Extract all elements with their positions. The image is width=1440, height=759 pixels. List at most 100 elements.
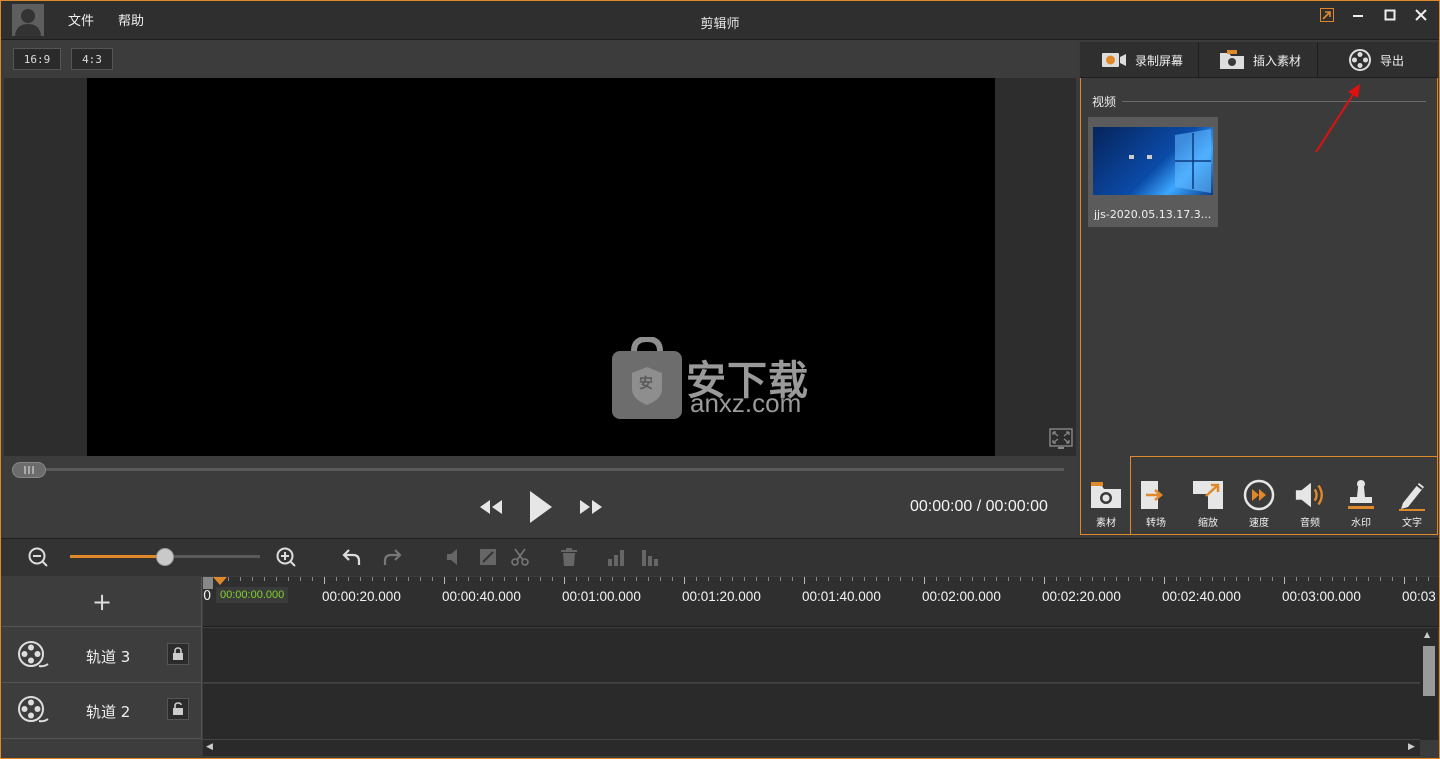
redo-icon bbox=[383, 549, 402, 565]
video-preview[interactable] bbox=[87, 78, 995, 456]
resize-corner-icon bbox=[1320, 8, 1334, 22]
minimize-button[interactable] bbox=[1347, 5, 1369, 25]
insert-media-tab[interactable]: 插入素材 bbox=[1199, 42, 1318, 78]
scroll-up-arrow-icon[interactable]: ▲ bbox=[1424, 630, 1430, 639]
undo-button[interactable] bbox=[340, 545, 364, 569]
ruler-tick bbox=[972, 577, 973, 581]
ruler-tick bbox=[1068, 577, 1069, 581]
track-lane-3[interactable] bbox=[203, 628, 1420, 683]
watermark-badge: 安 bbox=[639, 376, 653, 392]
tool-audio[interactable]: 音频 bbox=[1288, 480, 1332, 529]
ruler-tick bbox=[252, 577, 253, 581]
ruler-tick bbox=[1380, 577, 1381, 581]
maximize-icon bbox=[1384, 9, 1396, 21]
ruler-tick bbox=[312, 577, 313, 581]
tool-text[interactable]: 文字 bbox=[1390, 480, 1434, 529]
ruler-tick-label: 00:02:00.000 bbox=[922, 589, 1001, 604]
mute-button[interactable] bbox=[443, 545, 467, 569]
ruler-tick bbox=[888, 577, 889, 581]
mute-icon bbox=[447, 549, 457, 565]
tool-strip-border-left bbox=[1130, 456, 1131, 535]
ruler-tick bbox=[672, 577, 673, 581]
ruler-tick bbox=[1080, 577, 1081, 581]
scroll-right-arrow-icon[interactable]: ▶ bbox=[1408, 742, 1415, 752]
crop-button[interactable] bbox=[476, 545, 500, 569]
ratio-4-3-button[interactable]: 4:3 bbox=[71, 48, 113, 70]
ruler-tick-label: 00:02:40.000 bbox=[1162, 589, 1241, 604]
ruler-tick bbox=[828, 577, 829, 581]
ruler-tick bbox=[1032, 577, 1033, 581]
annotation-arrow-icon bbox=[1315, 84, 1360, 153]
ruler-tick bbox=[768, 577, 769, 581]
ruler-tick bbox=[288, 577, 289, 581]
maximize-button[interactable] bbox=[1379, 5, 1401, 25]
track-unlock-button[interactable] bbox=[167, 698, 189, 720]
add-track-button[interactable]: + bbox=[2, 577, 202, 627]
scissors-icon bbox=[511, 548, 529, 566]
tool-text-label: 文字 bbox=[1402, 518, 1422, 529]
ruler-tick bbox=[324, 577, 325, 584]
record-screen-tab[interactable]: 录制屏幕 bbox=[1081, 42, 1199, 78]
trash-icon bbox=[561, 548, 577, 566]
ruler-tick bbox=[900, 577, 901, 581]
split-button[interactable] bbox=[508, 545, 532, 569]
timeline-zoom-handle[interactable] bbox=[156, 548, 174, 566]
preview-progress-track[interactable] bbox=[12, 468, 1064, 471]
rewind-button[interactable] bbox=[474, 490, 508, 524]
ruler-tick bbox=[696, 577, 697, 581]
tool-zoom[interactable]: 缩放 bbox=[1186, 480, 1230, 529]
ruler-tick bbox=[1188, 577, 1189, 581]
audio-level-button[interactable] bbox=[604, 545, 628, 569]
media-library-panel bbox=[1080, 42, 1438, 535]
ruler-tick bbox=[504, 577, 505, 581]
tool-speed[interactable]: 速度 bbox=[1237, 479, 1281, 529]
zoom-in-button[interactable] bbox=[274, 545, 298, 569]
track-lock-button[interactable] bbox=[167, 643, 189, 665]
watermark-domain: anxz.com bbox=[690, 388, 802, 418]
fast-forward-button[interactable] bbox=[574, 490, 608, 524]
ratio-16-9-button[interactable]: 16:9 bbox=[13, 48, 61, 70]
track-headers-footer bbox=[2, 740, 202, 757]
ruler-tick bbox=[600, 577, 601, 581]
desktop-thumbnail-image bbox=[1129, 129, 1211, 193]
ruler-tick-label: 00:01:00.000 bbox=[562, 589, 641, 604]
ruler-tick bbox=[1260, 577, 1261, 581]
ruler-tick bbox=[744, 577, 745, 581]
scroll-left-arrow-icon[interactable]: ◀ bbox=[206, 742, 213, 752]
play-button[interactable] bbox=[523, 490, 557, 524]
track-lane-2[interactable] bbox=[203, 684, 1420, 740]
track-film-icon bbox=[18, 696, 49, 723]
redo-button[interactable] bbox=[380, 545, 404, 569]
timeline-horizontal-scrollbar[interactable] bbox=[203, 740, 1420, 756]
tool-media[interactable]: 素材 bbox=[1084, 480, 1128, 529]
delete-button[interactable] bbox=[557, 545, 581, 569]
ruler-tick bbox=[612, 577, 613, 581]
close-button[interactable] bbox=[1410, 5, 1432, 25]
ruler-tick bbox=[468, 577, 469, 581]
ruler-tick bbox=[1296, 577, 1297, 581]
fullscreen-button[interactable] bbox=[1049, 428, 1073, 450]
text-pen-icon bbox=[1399, 483, 1425, 511]
ruler-tick bbox=[516, 577, 517, 581]
tool-watermark-label: 水印 bbox=[1351, 518, 1371, 529]
tool-transition[interactable]: 转场 bbox=[1134, 480, 1178, 529]
ruler-tick bbox=[708, 577, 709, 581]
vertical-scroll-thumb[interactable] bbox=[1423, 646, 1435, 696]
track-name-2: 轨道 2 bbox=[86, 703, 131, 721]
tool-watermark[interactable]: 水印 bbox=[1339, 480, 1383, 529]
audio-adjust-button[interactable] bbox=[638, 545, 662, 569]
mini-mode-button[interactable] bbox=[1316, 5, 1338, 25]
track-name-3: 轨道 3 bbox=[86, 648, 131, 666]
preview-progress-handle[interactable] bbox=[12, 462, 46, 478]
ruler-tick bbox=[912, 577, 913, 581]
section-divider bbox=[1122, 101, 1426, 102]
lock-open-icon bbox=[173, 702, 183, 715]
play-icon bbox=[530, 491, 552, 523]
ruler-tick bbox=[1368, 577, 1369, 581]
undo-icon bbox=[342, 549, 361, 565]
media-thumbnail[interactable] bbox=[1093, 127, 1213, 195]
export-tab[interactable]: 导出 bbox=[1318, 42, 1438, 78]
ruler-tick bbox=[1428, 577, 1429, 581]
rewind-icon bbox=[480, 500, 502, 514]
zoom-out-button[interactable] bbox=[26, 545, 50, 569]
